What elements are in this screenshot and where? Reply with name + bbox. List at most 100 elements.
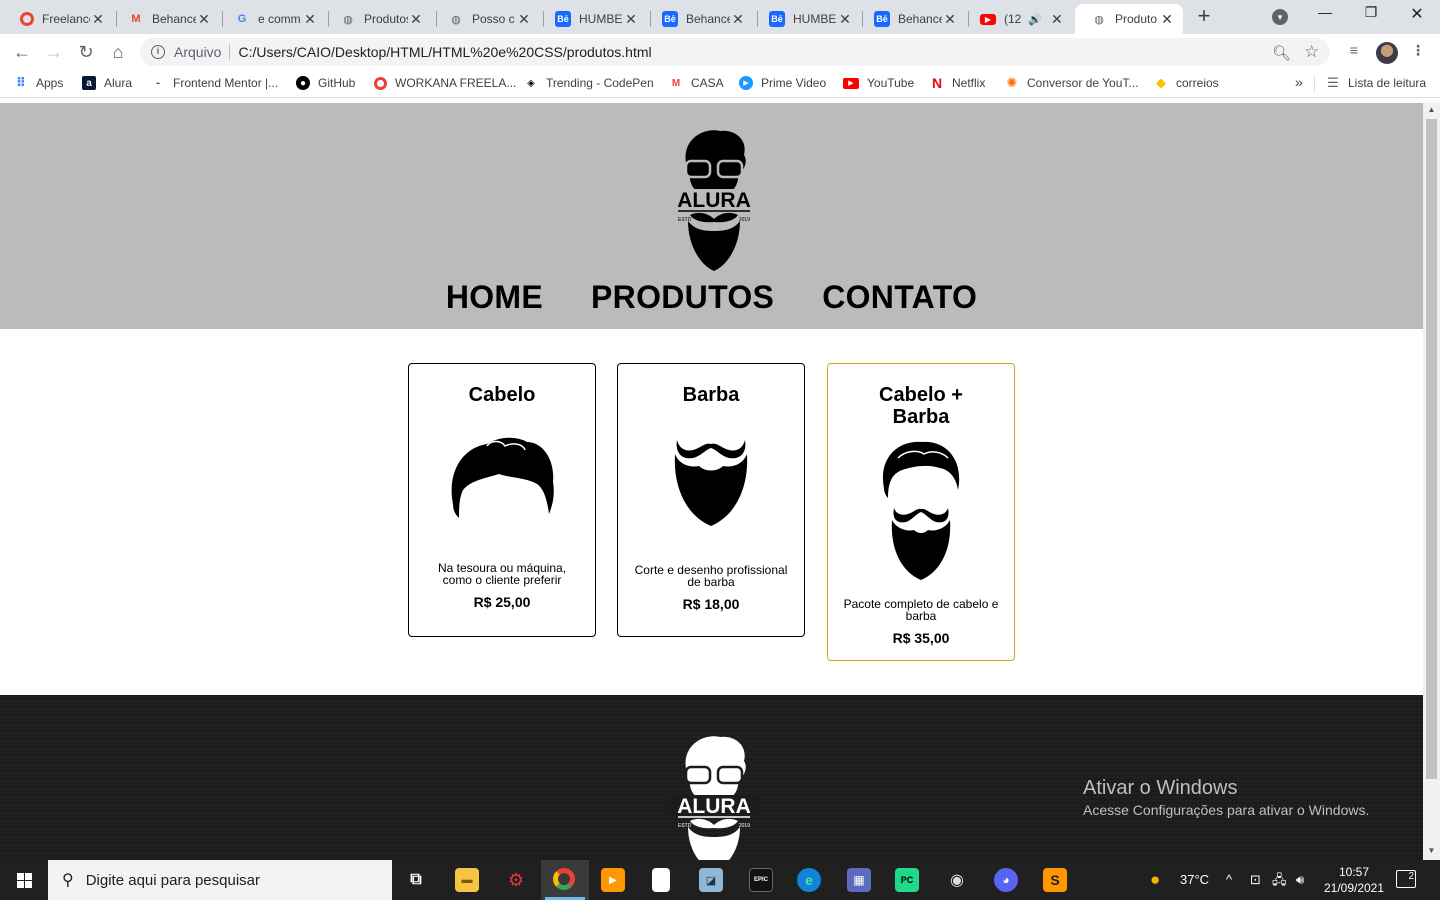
browser-tab[interactable]: Bē HUMBE ✕: [753, 4, 861, 34]
scroll-up-arrow[interactable]: ▲: [1427, 105, 1436, 114]
bookmark-item[interactable]: ▶ Prime Video: [739, 76, 826, 90]
epic-games-icon[interactable]: EPIC: [749, 868, 773, 892]
bookmark-item[interactable]: ⠿ Apps: [14, 75, 63, 90]
browser-tab[interactable]: Bē Behance ✕: [646, 4, 754, 34]
url-text[interactable]: C:/Users/CAIO/Desktop/HTML/HTML%20e%20CS…: [238, 44, 651, 60]
camera-icon[interactable]: ◉: [945, 868, 969, 892]
product-title: Cabelo: [468, 384, 536, 406]
chrome-taskbar-icon[interactable]: [553, 868, 575, 890]
bookmark-item[interactable]: a Alura: [82, 76, 132, 90]
zoom-icon[interactable]: 🔍︎: [1272, 44, 1291, 62]
browser-tab[interactable]: Bē Behance ✕: [858, 4, 966, 34]
youtube-icon: ▶: [980, 13, 996, 25]
close-tab-icon[interactable]: ✕: [516, 11, 532, 28]
product-price: R$ 25,00: [473, 594, 531, 610]
bookmark-item[interactable]: ◆ correios: [1154, 75, 1219, 90]
browser-tab[interactable]: ▶ (12 🔊 ✕: [964, 4, 1072, 34]
bookmarks-bar: ⠿ Apps a Alura ⁃ Frontend Mentor |... ● …: [0, 70, 1440, 98]
start-button[interactable]: [0, 860, 48, 900]
taskbar-clock[interactable]: 10:57 21/09/2021: [1316, 864, 1392, 896]
close-tab-icon[interactable]: ✕: [1159, 11, 1175, 28]
behance-icon: Bē: [662, 11, 678, 27]
volume-icon[interactable]: 🔊︎: [1296, 860, 1304, 900]
apps-grid-icon: ⠿: [15, 75, 27, 90]
discord-icon[interactable]: ◕: [994, 868, 1018, 892]
product-title: Barba: [682, 384, 740, 406]
info-icon[interactable]: i: [151, 45, 165, 59]
restore-button[interactable]: ❐: [1351, 4, 1391, 26]
tab-search-button[interactable]: ▾: [1272, 9, 1288, 25]
browser-tab[interactable]: ◍ Produtos ✕: [324, 4, 432, 34]
bookmark-item[interactable]: ▶ YouTube: [843, 76, 914, 90]
product-card-barba[interactable]: Barba Corte e desenho profissional de ba…: [617, 363, 805, 637]
product-card-cabelo[interactable]: Cabelo Na tesoura ou máquina, como o cli…: [408, 363, 596, 637]
close-window-button[interactable]: ✕: [1397, 4, 1437, 26]
close-tab-icon[interactable]: ✕: [302, 11, 318, 28]
close-tab-icon[interactable]: ✕: [837, 11, 853, 28]
address-bar[interactable]: i Arquivo C:/Users/CAIO/Desktop/HTML/HTM…: [140, 38, 1330, 66]
scroll-down-arrow[interactable]: ▼: [1427, 846, 1436, 855]
profile-avatar[interactable]: [1376, 42, 1398, 64]
browser-tab[interactable]: Bē HUMBE ✕: [539, 4, 647, 34]
browser-tab[interactable]: Freelancer ✕: [4, 4, 114, 34]
browser-tab[interactable]: M Behance ✕: [112, 4, 220, 34]
back-button[interactable]: ←: [10, 40, 34, 64]
weather-icon[interactable]: ●: [1150, 860, 1160, 900]
close-tab-icon[interactable]: ✕: [196, 11, 212, 28]
more-bookmarks-button[interactable]: »: [1295, 74, 1303, 90]
nav-link-home[interactable]: HOME: [446, 279, 543, 316]
show-hidden-icons-icon[interactable]: ^: [1226, 860, 1232, 900]
product-card-cabelo-barba[interactable]: Cabelo + Barba Pacote completo de cabelo…: [827, 363, 1015, 661]
close-tab-icon[interactable]: ✕: [408, 11, 424, 28]
alura-icon: a: [82, 76, 96, 90]
google-icon: G: [237, 13, 247, 25]
close-tab-icon[interactable]: ✕: [730, 11, 746, 28]
home-button[interactable]: ⌂: [106, 40, 130, 64]
bookmark-item[interactable]: ◈ Trending - CodePen: [524, 76, 653, 90]
scroll-thumb[interactable]: [1426, 119, 1437, 779]
bookmark-item[interactable]: ● GitHub: [296, 76, 355, 90]
edge-icon[interactable]: e: [797, 868, 821, 892]
taskbar-search-box[interactable]: ⚲ Digite aqui para pesquisar: [48, 860, 392, 900]
usb-icon[interactable]: ⊡: [1250, 860, 1261, 900]
forward-button[interactable]: →: [42, 40, 66, 64]
close-tab-icon[interactable]: ✕: [623, 11, 639, 28]
alura-barber-logo[interactable]: ALURA ESTD 2019: [664, 125, 764, 271]
browser-tab[interactable]: G e comm ✕: [218, 4, 326, 34]
bookmark-star-icon[interactable]: ☆: [1304, 42, 1319, 62]
browser-tab-active[interactable]: ◍ Produto ✕: [1075, 4, 1183, 34]
media-player-icon[interactable]: ▶: [601, 868, 625, 892]
nav-link-contato[interactable]: CONTATO: [822, 279, 977, 316]
correios-icon: ◆: [1156, 75, 1166, 90]
bookmark-item[interactable]: WORKANA FREELA...: [374, 76, 516, 90]
app-icon-blue-paper[interactable]: ◪: [699, 868, 723, 892]
notification-center-icon[interactable]: 2: [1396, 870, 1416, 888]
task-view-icon[interactable]: ⧉: [404, 868, 428, 892]
close-tab-icon[interactable]: ✕: [1050, 11, 1064, 28]
page-scrollbar[interactable]: ▲ ▼: [1423, 103, 1440, 860]
document-icon[interactable]: [652, 868, 670, 892]
weather-temperature[interactable]: 37°C: [1180, 860, 1209, 900]
menu-kebab-icon[interactable]: ⋮: [1408, 42, 1428, 62]
bookmark-item[interactable]: N Netflix: [930, 75, 985, 91]
calculator-icon[interactable]: ▦: [847, 868, 871, 892]
reading-list-button[interactable]: ☰ Lista de leitura: [1326, 75, 1426, 90]
reload-button[interactable]: ↻: [74, 40, 98, 64]
close-tab-icon[interactable]: ✕: [90, 11, 106, 28]
media-controls-icon[interactable]: ≡: [1344, 42, 1364, 62]
nav-link-produtos[interactable]: PRODUTOS: [591, 279, 774, 316]
close-tab-icon[interactable]: ✕: [942, 11, 958, 28]
bookmark-item[interactable]: ✺ Conversor de YouT...: [1005, 75, 1139, 90]
new-tab-button[interactable]: +: [1192, 5, 1216, 29]
browser-tab[interactable]: ◍ Posso c ✕: [432, 4, 540, 34]
file-explorer-icon[interactable]: ▬: [455, 868, 479, 892]
audio-playing-icon[interactable]: 🔊: [1028, 13, 1042, 26]
sublime-text-icon[interactable]: S: [1043, 868, 1067, 892]
bookmark-item[interactable]: M CASA: [669, 76, 724, 90]
svg-text:2019: 2019: [739, 217, 750, 223]
minimize-button[interactable]: —: [1305, 4, 1345, 26]
network-icon[interactable]: 🖧: [1272, 860, 1287, 900]
bookmark-item[interactable]: ⁃ Frontend Mentor |...: [151, 76, 279, 90]
pycharm-icon[interactable]: PC: [895, 868, 919, 892]
app-icon-red-gear[interactable]: ⚙: [504, 868, 528, 892]
